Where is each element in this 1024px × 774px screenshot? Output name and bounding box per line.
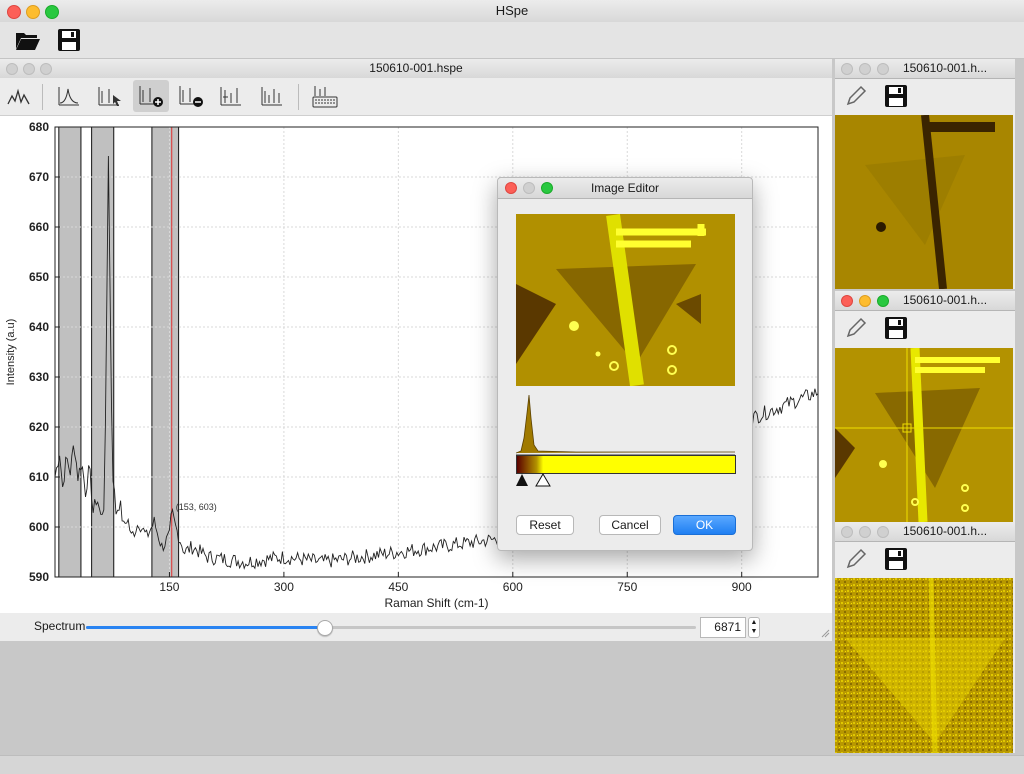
minimize-window-button[interactable] [26, 5, 40, 19]
minimize-window-button[interactable] [859, 63, 871, 75]
x-tick-label: 450 [388, 580, 408, 594]
cancel-button[interactable]: Cancel [599, 515, 661, 535]
x-axis-label: Raman Shift (cm-1) [384, 596, 488, 610]
x-tick-label: 900 [732, 580, 752, 594]
peak-list-icon[interactable] [216, 82, 246, 110]
zoom-window-button[interactable] [877, 63, 889, 75]
app-title: HSpe [495, 3, 529, 18]
selected-region [151, 126, 180, 578]
spectrum-index-stepper[interactable]: ▲ ▼ [748, 617, 760, 638]
y-tick-label: 610 [29, 470, 49, 484]
pencil-icon[interactable] [843, 315, 869, 341]
minimize-window-button[interactable] [859, 295, 871, 307]
pencil-icon[interactable] [843, 546, 869, 572]
minimize-window-button[interactable] [23, 63, 35, 75]
selected-region [58, 126, 82, 578]
app-titlebar: HSpe [0, 0, 1024, 23]
close-window-button[interactable] [841, 526, 853, 538]
peak-select-icon[interactable] [95, 82, 125, 110]
close-window-button[interactable] [841, 295, 853, 307]
ok-button[interactable]: OK [673, 515, 736, 535]
y-tick-label: 680 [29, 120, 49, 134]
y-axis-label: Intensity (a.u) [5, 319, 17, 386]
close-window-button[interactable] [7, 5, 21, 19]
spectrum-slider-row: Spectrum 6871 ▲ ▼ [0, 613, 832, 641]
spectrum-slider-label: Spectrum [34, 619, 86, 633]
image-editor-title: Image Editor [590, 181, 660, 195]
x-tick-label: 150 [159, 580, 179, 594]
close-window-button[interactable] [6, 63, 18, 75]
floppy-save-icon[interactable] [882, 83, 910, 109]
toolbar-divider [42, 84, 43, 110]
image-editor-titlebar: Image Editor [498, 178, 752, 199]
zoom-window-button[interactable] [45, 5, 59, 19]
spectrum-slider-fill [86, 626, 324, 629]
min-level-handle[interactable] [515, 473, 529, 487]
zoom-window-button[interactable] [877, 526, 889, 538]
cursor-annotation: (153, 603) [176, 502, 217, 512]
x-tick-label: 300 [274, 580, 294, 594]
minimize-window-button[interactable] [859, 526, 871, 538]
max-level-handle[interactable] [535, 473, 551, 487]
side-image-1 [835, 115, 1013, 289]
side-window-3: 150610-001.h... [835, 522, 1015, 753]
floppy-save-icon[interactable] [882, 315, 910, 341]
zoom-dialog-button[interactable] [541, 182, 553, 194]
floppy-save-icon[interactable] [882, 546, 910, 572]
peak-fit-icon[interactable] [54, 82, 84, 110]
histogram [515, 393, 735, 456]
y-tick-label: 650 [29, 270, 49, 284]
spectrum-toolbar [0, 78, 832, 116]
spectrum-slider-track[interactable] [86, 620, 696, 636]
side-window-title: 150610-001.h... [902, 293, 988, 307]
side-window-1: 150610-001.h... [835, 59, 1015, 289]
reset-button[interactable]: Reset [516, 515, 574, 535]
main-toolbar [0, 22, 1024, 59]
side-image-2[interactable] [835, 348, 1013, 522]
add-region-icon[interactable] [133, 80, 169, 112]
colormap-bar [516, 455, 736, 474]
y-tick-label: 670 [29, 170, 49, 184]
spectrum-index-field[interactable]: 6871 [700, 617, 746, 638]
x-tick-label: 600 [503, 580, 523, 594]
toolbar-divider [298, 84, 299, 110]
status-bar [0, 755, 1024, 774]
side-window-2-titlebar: 150610-001.h... [835, 291, 1015, 311]
side-window-title: 150610-001.h... [902, 524, 988, 538]
minimize-dialog-button[interactable] [523, 182, 535, 194]
spectrum-window-title: 150610-001.hspe [369, 61, 463, 75]
y-tick-label: 620 [29, 420, 49, 434]
spectrum-index-value: 6871 [714, 620, 741, 634]
y-tick-label: 590 [29, 570, 49, 584]
zoom-window-button[interactable] [877, 295, 889, 307]
pencil-icon[interactable] [843, 83, 869, 109]
multi-peak-icon[interactable] [257, 82, 287, 110]
side-window-3-titlebar: 150610-001.h... [835, 522, 1015, 542]
y-tick-label: 630 [29, 370, 49, 384]
close-window-button[interactable] [841, 63, 853, 75]
resize-grip-icon[interactable] [820, 627, 830, 638]
keyboard-icon[interactable] [308, 82, 342, 110]
side-window-1-titlebar: 150610-001.h... [835, 59, 1015, 79]
folder-open-icon[interactable] [14, 26, 42, 54]
y-tick-label: 640 [29, 320, 49, 334]
side-image-3 [835, 578, 1013, 753]
y-tick-label: 600 [29, 520, 49, 534]
x-tick-label: 750 [617, 580, 637, 594]
spectrum-view-icon[interactable] [4, 82, 34, 110]
side-window-title: 150610-001.h... [902, 61, 988, 75]
side-window-2: 150610-001.h... [835, 291, 1015, 522]
y-tick-label: 660 [29, 220, 49, 234]
image-editor-dialog: Image Editor Reset Cancel OK [497, 177, 753, 551]
floppy-save-icon[interactable] [55, 26, 83, 54]
spectrum-window-titlebar: 150610-001.hspe [0, 59, 832, 79]
close-dialog-button[interactable] [505, 182, 517, 194]
image-preview [516, 214, 735, 386]
zoom-window-button[interactable] [40, 63, 52, 75]
spectrum-slider-knob[interactable] [316, 620, 333, 636]
remove-region-icon[interactable] [176, 82, 206, 110]
